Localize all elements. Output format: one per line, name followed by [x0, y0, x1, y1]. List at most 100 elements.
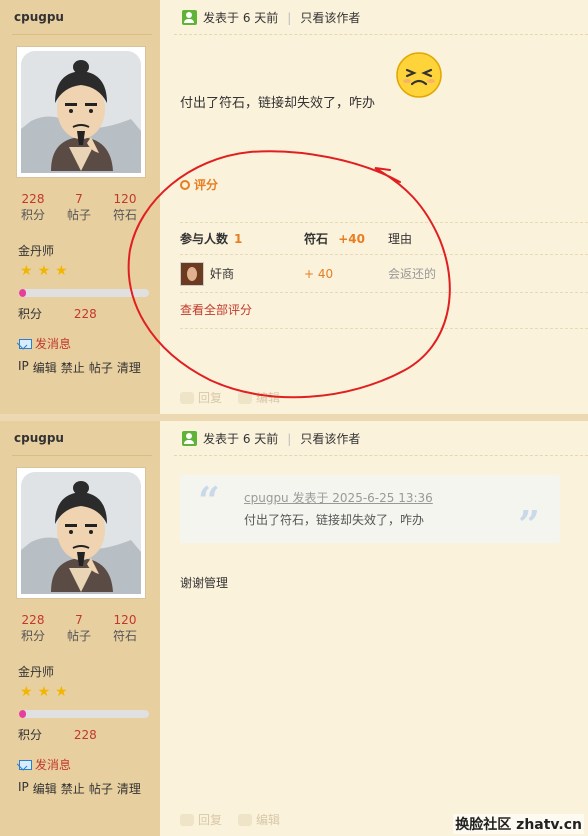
level-progress-fill [19, 289, 26, 297]
edit-button[interactable]: 编辑 [238, 811, 280, 828]
stat-posts[interactable]: 7 帖子 [56, 191, 102, 223]
star-icon: ★ [55, 684, 68, 700]
stat-stones-value: 120 [113, 613, 137, 627]
participants-count: 1 [234, 231, 243, 246]
post-1: cpugpu 228 积分 7 帖子 120 符石 金丹师 ★ ★ ★ 积分 2… [0, 0, 588, 414]
admin-link-clean[interactable]: 清理 [117, 780, 141, 797]
send-message-link[interactable]: 发消息 [19, 335, 71, 352]
user-rank[interactable]: 金丹师 [18, 663, 54, 680]
admin-link-clean[interactable]: 清理 [117, 359, 141, 376]
admin-link-ban[interactable]: 禁止 [61, 359, 85, 376]
reply-icon [180, 391, 194, 404]
author-username[interactable]: cpugpu [14, 10, 64, 24]
online-user-icon [182, 10, 197, 25]
post-time: 发表于 6 天前 [203, 432, 279, 446]
stat-stones-label: 符石 [112, 208, 137, 222]
quote-close-icon: ” [518, 502, 540, 547]
post-main: 发表于 6 天前 | 只看该作者 付出了符石，链接却失效了，咋办 评分 参与人数… [160, 0, 588, 414]
level-progress-bar [19, 710, 149, 718]
admin-link-edit[interactable]: 编辑 [33, 780, 57, 797]
post-2: cpugpu 228 积分 7 帖子 120 符石 金丹师 ★ ★ ★ 积分 2… [0, 421, 588, 836]
header-separator: | [287, 10, 292, 25]
rating-table: 参与人数 1 符石 +40 理由 奸商 + 40 会返还的 查看全部评分 [180, 222, 588, 326]
post-actions: 回复 编辑 [180, 389, 280, 406]
stat-posts-label: 帖子 [66, 208, 91, 222]
author-username[interactable]: cpugpu [14, 431, 64, 445]
header-separator: | [287, 431, 292, 446]
post-separator [0, 414, 588, 421]
level-progress-bar [19, 289, 149, 297]
edit-label: 编辑 [256, 813, 281, 827]
rater-name[interactable]: 奸商 [210, 265, 234, 282]
reply-button[interactable]: 回复 [180, 811, 222, 828]
author-avatar[interactable] [16, 46, 146, 178]
embarrassed-emoji-icon [396, 52, 442, 98]
stone-total-value: +40 [338, 232, 365, 246]
stat-points[interactable]: 228 积分 [10, 191, 56, 223]
user-rank[interactable]: 金丹师 [18, 242, 54, 259]
rater-avatar[interactable] [180, 261, 204, 286]
post-actions: 回复 编辑 [180, 811, 280, 828]
send-message-label: 发消息 [35, 758, 72, 772]
rating-header-row: 参与人数 1 符石 +40 理由 [180, 222, 588, 254]
edit-button[interactable]: 编辑 [238, 389, 280, 406]
online-user-icon [182, 431, 197, 446]
only-author-link[interactable]: 只看该作者 [300, 9, 360, 26]
quote-open-icon: “ [198, 478, 220, 523]
rating-footer-row: 查看全部评分 [180, 292, 588, 326]
rater[interactable]: 奸商 [180, 261, 304, 286]
stat-points-value: 228 [21, 613, 45, 627]
stat-stones[interactable]: 120 符石 [102, 191, 148, 223]
edit-icon [238, 391, 253, 404]
stat-points-label: 积分 [20, 629, 45, 643]
admin-link-ban[interactable]: 禁止 [61, 780, 85, 797]
post-header: 发表于 6 天前 | 只看该作者 [182, 9, 360, 26]
stat-posts-value: 7 [75, 613, 83, 627]
edit-icon [238, 813, 253, 826]
quote-meta-link[interactable]: cpugpu 发表于 2025-6-25 13:36 [244, 489, 433, 506]
only-author-link[interactable]: 只看该作者 [300, 430, 360, 447]
quote-text: 付出了符石，链接却失效了，咋办 [244, 513, 425, 527]
avatar-illustration [21, 472, 141, 594]
admin-link-posts[interactable]: 帖子 [89, 780, 113, 797]
reply-label: 回复 [198, 813, 223, 827]
envelope-icon [19, 338, 32, 349]
star-icon: ★ [20, 684, 33, 700]
star-icon: ★ [37, 263, 51, 279]
rank-stars: ★ ★ ★ [20, 684, 68, 700]
avatar-illustration [21, 51, 141, 173]
view-all-ratings-link[interactable]: 查看全部评分 [180, 301, 252, 318]
stat-posts[interactable]: 7 帖子 [56, 612, 102, 644]
points-label: 积分 [18, 307, 43, 321]
author-avatar[interactable] [16, 467, 146, 599]
reply-label: 回复 [198, 391, 223, 405]
reason-header: 理由 [388, 232, 413, 246]
admin-link-posts[interactable]: 帖子 [89, 359, 113, 376]
points-value: 228 [73, 307, 97, 321]
star-icon: ★ [20, 263, 33, 279]
stat-stones-value: 120 [113, 192, 137, 206]
star-icon: ★ [37, 684, 51, 700]
quote-block: “ cpugpu 发表于 2025-6-25 13:36 付出了符石，链接却失效… [180, 475, 560, 547]
rating-bottom-divider [180, 328, 588, 329]
rating-participants: 参与人数 1 [180, 230, 304, 247]
post-main: 发表于 6 天前 | 只看该作者 “ cpugpu 发表于 2025-6-25 … [160, 421, 588, 836]
points-row: 积分 228 [18, 726, 97, 743]
reply-button[interactable]: 回复 [180, 389, 222, 406]
author-sidebar: cpugpu 228 积分 7 帖子 120 符石 金丹师 ★ ★ ★ 积分 2… [0, 0, 160, 414]
post-header: 发表于 6 天前 | 只看该作者 [182, 430, 360, 447]
rating-title-text: 评分 [194, 178, 219, 192]
post-content: 付出了符石，链接却失效了，咋办 [180, 96, 376, 111]
stat-stones[interactable]: 120 符石 [102, 612, 148, 644]
sidebar-divider [12, 455, 152, 456]
admin-link-ip[interactable]: IP [18, 780, 29, 797]
admin-links: IP 编辑 禁止 帖子 清理 [18, 780, 141, 797]
sidebar-divider [12, 34, 152, 35]
header-divider [174, 34, 588, 35]
reply-icon [180, 813, 194, 826]
admin-link-ip[interactable]: IP [18, 359, 29, 376]
points-value: 228 [73, 728, 97, 742]
stat-points[interactable]: 228 积分 [10, 612, 56, 644]
send-message-link[interactable]: 发消息 [19, 756, 71, 773]
admin-link-edit[interactable]: 编辑 [33, 359, 57, 376]
